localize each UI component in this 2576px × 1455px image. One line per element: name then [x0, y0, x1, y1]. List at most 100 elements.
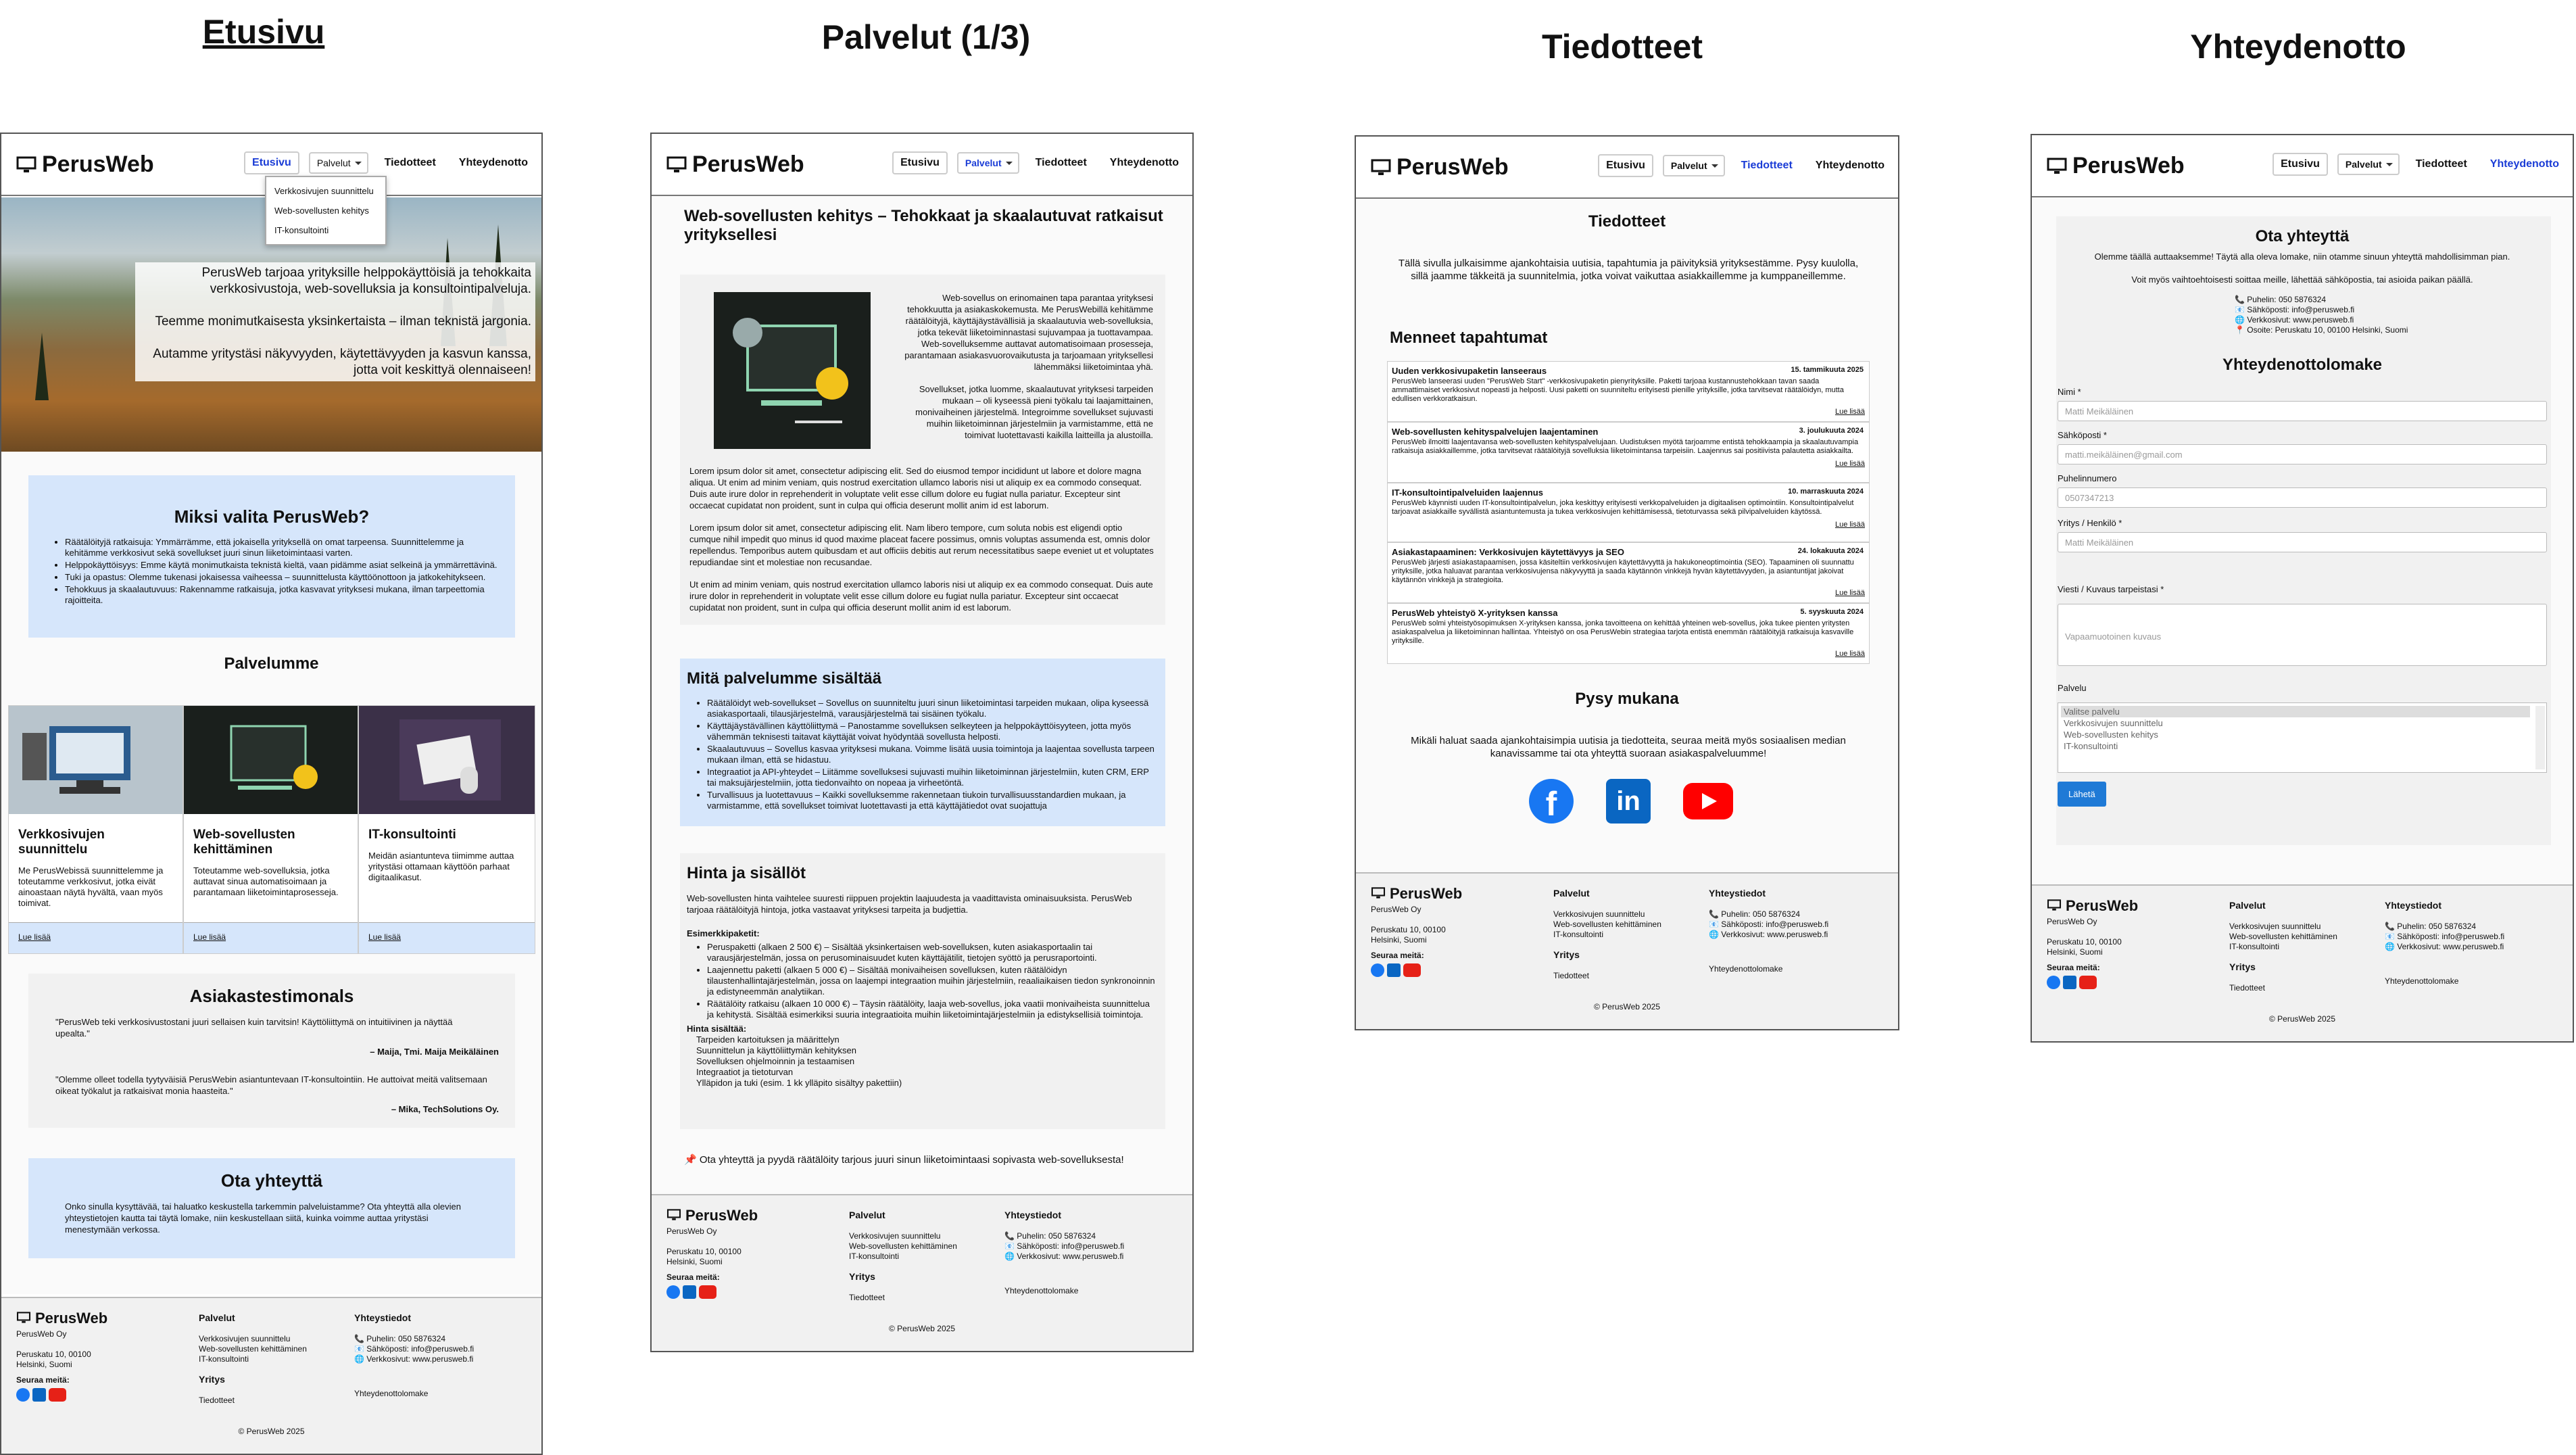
services-image — [714, 292, 871, 449]
youtube-icon[interactable] — [49, 1388, 66, 1402]
nav-home[interactable]: Etusivu — [2273, 153, 2328, 176]
nav-news[interactable]: Tiedotteet — [2408, 154, 2474, 174]
facebook-icon[interactable] — [16, 1388, 30, 1402]
contact-intro2: Voit myös vaihtoehtoisesti soittaa meill… — [2131, 275, 2473, 285]
read-more-link[interactable]: Lue lisää — [1392, 521, 1865, 529]
select-option[interactable]: Valitse palvelu — [2061, 706, 2530, 717]
nav-home[interactable]: Etusivu — [1598, 154, 1653, 177]
footer-logo: PerusWeb — [2047, 898, 2138, 913]
read-more-link[interactable]: Lue lisää — [359, 922, 535, 953]
youtube-icon[interactable] — [1403, 963, 1421, 977]
youtube-icon[interactable] — [2079, 976, 2097, 989]
footer-link[interactable]: Yhteydenottolomake — [2385, 976, 2504, 986]
monitor-icon — [16, 156, 37, 172]
footer-link[interactable]: Yhteydenottolomake — [1709, 964, 1828, 974]
phone-input[interactable]: 0507347213 — [2058, 487, 2547, 508]
footer-link[interactable]: Web-sovellusten kehittäminen — [199, 1344, 307, 1354]
read-more-link[interactable]: Lue lisää — [1392, 408, 1865, 416]
footer-link[interactable]: Web-sovellusten kehittäminen — [849, 1241, 957, 1251]
nav: Etusivu Palvelut Tiedotteet Yhteydenotto — [2273, 153, 2566, 176]
footer-link[interactable]: IT-konsultointi — [199, 1354, 307, 1364]
footer-link[interactable]: Tiedotteet — [849, 1293, 957, 1303]
footer-link[interactable]: Verkkosivujen suunnittelu — [2229, 922, 2337, 932]
nav-services-select[interactable]: Palvelut — [2337, 153, 2400, 175]
nav-news[interactable]: Tiedotteet — [1028, 153, 1094, 173]
facebook-icon[interactable] — [666, 1285, 680, 1299]
nav-services-select[interactable]: Palvelut — [956, 152, 1019, 174]
nav-home[interactable]: Etusivu — [892, 151, 948, 174]
dropdown-item[interactable]: Web-sovellusten kehitys — [272, 201, 380, 220]
contact-details: 📞 Puhelin: 050 5876324 📧 Sähköposti: inf… — [2235, 295, 2408, 335]
youtube-icon[interactable] — [699, 1285, 716, 1299]
select-option[interactable]: Web-sovellusten kehitys — [2061, 729, 2544, 740]
feature-item: Skaalautuvuus – Sovellus kasvaa yritykse… — [707, 744, 1159, 765]
nav-home[interactable]: Etusivu — [244, 151, 299, 174]
linkedin-icon[interactable]: in — [1606, 779, 1651, 824]
follow-title: Pysy mukana — [1575, 690, 1679, 708]
services-cta[interactable]: 📌 Ota yhteyttä ja pyydä räätälöity tarjo… — [684, 1153, 1171, 1166]
home-page: PerusWeb Etusivu Palvelut Tiedotteet Yht… — [0, 133, 543, 1455]
footer-link[interactable]: Tiedotteet — [1553, 971, 1661, 981]
footer-link[interactable]: Verkkosivujen suunnittelu — [199, 1334, 307, 1344]
news-item: IT-konsultointipalveluiden laajennus 10. … — [1387, 483, 1870, 542]
service-select[interactable]: Valitse palvelu Verkkosivujen suunnittel… — [2058, 702, 2547, 773]
logo[interactable]: PerusWeb — [2047, 153, 2185, 179]
nav-services-select[interactable]: Palvelut — [308, 152, 368, 174]
footer-link[interactable]: IT-konsultointi — [1553, 930, 1661, 940]
logo[interactable]: PerusWeb — [666, 151, 804, 178]
footer-link[interactable]: Tiedotteet — [199, 1396, 307, 1406]
nav-contact[interactable]: Yhteydenotto — [2483, 154, 2566, 174]
footer-link[interactable]: IT-konsultointi — [849, 1251, 957, 1262]
select-option[interactable]: IT-konsultointi — [2061, 740, 2544, 752]
facebook-icon[interactable]: f — [1529, 779, 1574, 824]
logo[interactable]: PerusWeb — [1371, 154, 1509, 181]
select-option[interactable]: Verkkosivujen suunnittelu — [2061, 717, 2544, 729]
read-more-link[interactable]: Lue lisää — [9, 922, 183, 953]
name-input[interactable]: Matti Meikäläinen — [2058, 401, 2547, 421]
nav-services-select[interactable]: Palvelut — [1662, 155, 1725, 176]
footer-link[interactable]: IT-konsultointi — [2229, 942, 2337, 952]
select-scrollbar[interactable] — [2535, 706, 2545, 769]
logo[interactable]: PerusWeb — [16, 151, 154, 178]
services-title: Palvelumme — [224, 654, 319, 673]
read-more-link[interactable]: Lue lisää — [1392, 650, 1865, 658]
linkedin-icon[interactable] — [1387, 963, 1401, 977]
message-textarea[interactable]: Vapaamuotoinen kuvaus — [2058, 604, 2547, 666]
read-more-link[interactable]: Lue lisää — [184, 922, 358, 953]
facebook-icon[interactable] — [1371, 963, 1384, 977]
youtube-icon[interactable] — [1683, 783, 1733, 819]
read-more-link[interactable]: Lue lisää — [1392, 460, 1865, 468]
linkedin-icon[interactable] — [683, 1285, 696, 1299]
nav-contact[interactable]: Yhteydenotto — [1808, 156, 1891, 176]
label-services: Palvelut (1/3) — [821, 18, 1031, 56]
company-input[interactable]: Matti Meikäläinen — [2058, 532, 2547, 552]
dropdown-item[interactable]: Verkkosivujen suunnittelu — [272, 181, 380, 201]
hero-text: PerusWeb tarjoaa yrityksille helppokäytt… — [135, 262, 535, 381]
facebook-icon[interactable] — [2047, 976, 2060, 989]
footer-link[interactable]: Web-sovellusten kehittäminen — [2229, 932, 2337, 942]
price-section: Hinta ja sisällöt Web-sovellusten hinta … — [680, 853, 1165, 1129]
footer-link[interactable]: Verkkosivujen suunnittelu — [849, 1231, 957, 1241]
nav-news[interactable]: Tiedotteet — [1734, 156, 1799, 176]
footer-link[interactable]: Tiedotteet — [2229, 983, 2337, 993]
monitor-icon — [2047, 899, 2062, 911]
linkedin-icon[interactable] — [32, 1388, 46, 1402]
nav-news[interactable]: Tiedotteet — [377, 153, 443, 173]
footer-link[interactable]: Verkkosivujen suunnittelu — [1553, 909, 1661, 920]
read-more-link[interactable]: Lue lisää — [1392, 589, 1865, 597]
nav-contact[interactable]: Yhteydenotto — [452, 153, 535, 173]
dropdown-item[interactable]: IT-konsultointi — [272, 220, 380, 240]
email-input[interactable]: matti.meikäläinen@gmail.com — [2058, 444, 2547, 464]
footer-link[interactable]: Yhteydenottolomake — [1004, 1286, 1124, 1296]
nav: Etusivu Palvelut Tiedotteet Yhteydenotto — [244, 151, 535, 174]
nav-contact[interactable]: Yhteydenotto — [1102, 153, 1186, 173]
send-button[interactable]: Lähetä — [2058, 782, 2106, 807]
footer-link[interactable]: Web-sovellusten kehittäminen — [1553, 920, 1661, 930]
footer-link[interactable]: Yhteydenottolomake — [354, 1389, 474, 1399]
label-contact: Yhteydenotto — [2190, 28, 2406, 66]
linkedin-icon[interactable] — [2063, 976, 2076, 989]
header: PerusWeb Etusivu Palvelut Tiedotteet Yht… — [652, 134, 1192, 196]
why-item: Tehokkuus ja skaalautuvuus: Rakennamme r… — [65, 584, 499, 606]
footer: PerusWeb PerusWeb Oy Peruskatu 10, 00100… — [1, 1297, 541, 1454]
service-card: IT-konsultointi Meidän asiantunteva tiim… — [358, 705, 535, 954]
